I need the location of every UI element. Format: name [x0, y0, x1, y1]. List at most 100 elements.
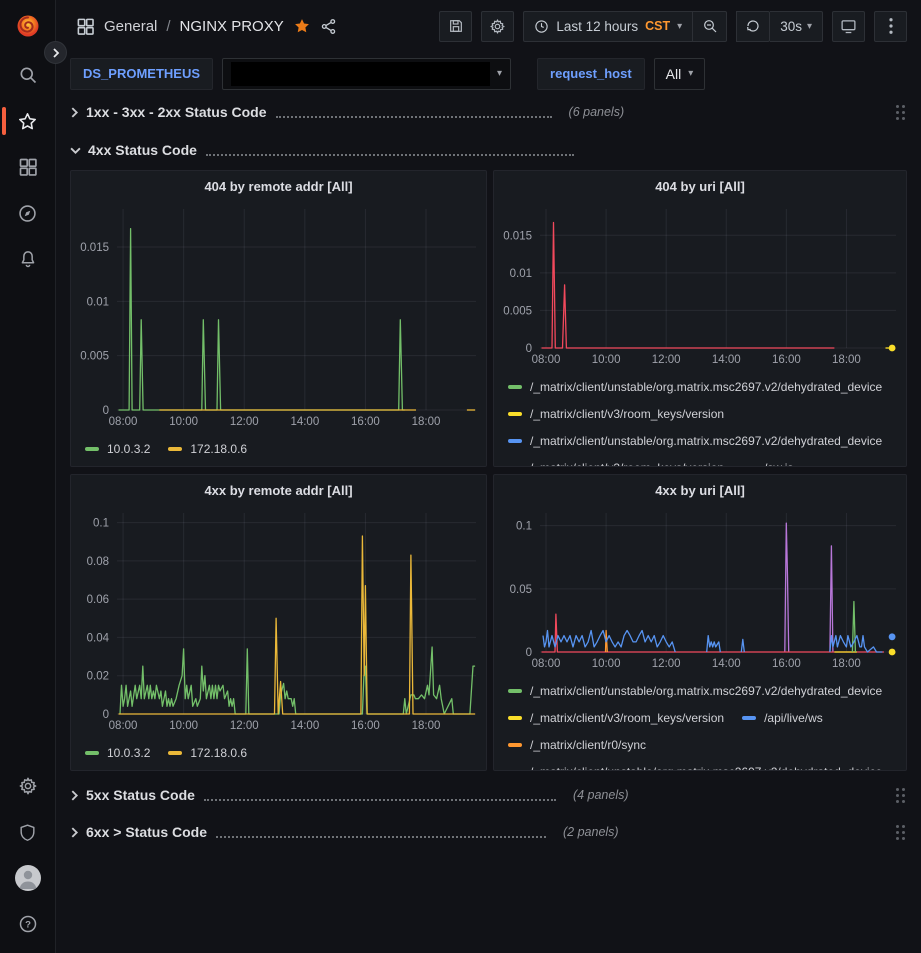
svg-text:0.1: 0.1: [93, 518, 109, 530]
tv-mode-button[interactable]: [832, 11, 865, 42]
legend-label: /_matrix/client/unstable/org.matrix.msc2…: [530, 434, 882, 448]
time-series-chart[interactable]: 08:0010:0012:0014:0016:0018:0000.0050.01…: [494, 201, 906, 369]
refresh-button[interactable]: [736, 11, 770, 42]
sidebar-item-starred[interactable]: [0, 98, 56, 144]
row-header-6xx[interactable]: 6xx > Status Code (2 panels): [70, 817, 907, 847]
time-series-chart[interactable]: 08:0010:0012:0014:0016:0018:0000.0050.01…: [71, 201, 486, 431]
panel-legend: 10.0.3.2 172.18.0.6: [71, 735, 486, 770]
legend-item[interactable]: /sw.js: [742, 454, 793, 466]
refresh-interval-value: 30s: [780, 19, 802, 34]
zoom-out-button[interactable]: [693, 11, 727, 42]
sidebar-item-server-admin[interactable]: [0, 809, 56, 855]
svg-text:12:00: 12:00: [652, 658, 681, 670]
search-icon: [18, 65, 38, 85]
panel-title[interactable]: 4xx by uri [All]: [494, 475, 906, 505]
save-dashboard-button[interactable]: [439, 11, 472, 42]
row-drag-handle[interactable]: [894, 103, 907, 122]
datasource-variable-label[interactable]: DS_PROMETHEUS: [70, 58, 213, 90]
sidebar-item-explore[interactable]: [0, 190, 56, 236]
bell-icon: [18, 249, 38, 269]
legend-item[interactable]: 10.0.3.2: [85, 435, 150, 462]
legend-swatch: [508, 439, 522, 443]
time-series-chart[interactable]: 08:0010:0012:0014:0016:0018:0000.020.040…: [71, 505, 486, 735]
main-area: General / NGINX PROXY Last 12 hours C: [56, 0, 921, 953]
svg-text:0.015: 0.015: [80, 242, 109, 254]
sidebar-item-configuration[interactable]: [0, 763, 56, 809]
chevron-down-icon: ▾: [497, 68, 502, 79]
apps-grid-icon[interactable]: [76, 17, 95, 36]
time-range-picker[interactable]: Last 12 hours CST ▾: [523, 11, 693, 42]
refresh-group: 30s ▾: [736, 11, 823, 42]
legend-item[interactable]: /_matrix/client/v3/room_keys/version: [508, 454, 724, 466]
sidebar-item-profile[interactable]: [0, 855, 56, 901]
time-series-chart[interactable]: 08:0010:0012:0014:0016:0018:0000.050.1: [494, 505, 906, 673]
sidebar-item-alerting[interactable]: [0, 236, 56, 282]
share-icon[interactable]: [320, 18, 337, 35]
svg-text:0.08: 0.08: [87, 556, 109, 568]
legend-item[interactable]: 10.0.3.2: [85, 739, 150, 766]
more-options-button[interactable]: [874, 11, 907, 42]
breadcrumb-section[interactable]: General: [104, 18, 157, 35]
svg-text:16:00: 16:00: [772, 354, 801, 366]
row-header-4xx[interactable]: 4xx Status Code: [70, 135, 907, 165]
legend-swatch: [508, 689, 522, 693]
time-range-group: Last 12 hours CST ▾: [523, 11, 727, 42]
datasource-variable-dropdown[interactable]: ▾: [222, 58, 511, 90]
legend-label: 172.18.0.6: [190, 442, 247, 456]
legend-item[interactable]: /_matrix/client/unstable/org.matrix.msc2…: [508, 758, 882, 770]
panel-title[interactable]: 404 by remote addr [All]: [71, 171, 486, 201]
chevron-right-icon: [70, 107, 79, 118]
dashboards-grid-icon: [18, 157, 38, 177]
svg-text:0.005: 0.005: [503, 305, 532, 317]
request-host-variable-dropdown[interactable]: All ▾: [654, 58, 706, 90]
request-host-variable-label[interactable]: request_host: [537, 58, 645, 90]
star-filled-icon[interactable]: [293, 17, 311, 35]
row-title: 1xx - 3xx - 2xx Status Code: [86, 104, 267, 120]
svg-text:0.015: 0.015: [503, 230, 532, 242]
panel-title[interactable]: 404 by uri [All]: [494, 171, 906, 201]
breadcrumb-dashboard-title[interactable]: NGINX PROXY: [180, 18, 284, 35]
legend-item[interactable]: 172.18.0.6: [168, 739, 247, 766]
legend-swatch: [168, 751, 182, 755]
svg-text:0.005: 0.005: [80, 351, 109, 363]
navbar-actions: Last 12 hours CST ▾ 30s ▾: [439, 11, 907, 42]
row-drag-handle[interactable]: [894, 823, 907, 842]
svg-text:18:00: 18:00: [412, 720, 441, 732]
panel-title[interactable]: 4xx by remote addr [All]: [71, 475, 486, 505]
legend-item[interactable]: /api/live/ws: [742, 704, 823, 731]
sidebar: ?: [0, 0, 56, 953]
gear-icon: [489, 18, 506, 35]
sidebar-item-dashboards[interactable]: [0, 144, 56, 190]
svg-text:12:00: 12:00: [652, 354, 681, 366]
legend-label: /api/live/ws: [764, 711, 823, 725]
legend-item[interactable]: /_matrix/client/v3/room_keys/version: [508, 704, 724, 731]
chevron-down-icon: [70, 146, 81, 155]
panel-404-by-remote-addr: 404 by remote addr [All] 08:0010:0012:00…: [70, 170, 487, 467]
row-title: 4xx Status Code: [88, 142, 197, 158]
sidebar-item-help[interactable]: ?: [0, 901, 56, 947]
panel-4xx-by-remote-addr: 4xx by remote addr [All] 08:0010:0012:00…: [70, 474, 487, 771]
legend-swatch: [85, 751, 99, 755]
svg-text:08:00: 08:00: [532, 658, 561, 670]
timezone-label: CST: [645, 19, 670, 33]
dashboard-settings-button[interactable]: [481, 11, 514, 42]
legend-swatch: [508, 385, 522, 389]
legend-item[interactable]: 172.18.0.6: [168, 435, 247, 462]
legend-item[interactable]: /_matrix/client/v3/room_keys/version: [508, 400, 724, 427]
row-header-1xx[interactable]: 1xx - 3xx - 2xx Status Code (6 panels): [70, 97, 907, 127]
legend-label: 10.0.3.2: [107, 442, 150, 456]
refresh-interval-dropdown[interactable]: 30s ▾: [770, 11, 823, 42]
row-header-5xx[interactable]: 5xx Status Code (4 panels): [70, 780, 907, 810]
svg-text:14:00: 14:00: [290, 416, 319, 428]
legend-item[interactable]: /_matrix/client/r0/sync: [508, 731, 646, 758]
top-navbar: General / NGINX PROXY Last 12 hours C: [56, 0, 921, 52]
legend-item[interactable]: /_matrix/client/unstable/org.matrix.msc2…: [508, 427, 882, 454]
time-range-label: Last 12 hours: [556, 19, 638, 34]
legend-item[interactable]: /_matrix/client/unstable/org.matrix.msc2…: [508, 677, 882, 704]
legend-swatch: [508, 412, 522, 416]
svg-text:10:00: 10:00: [592, 354, 621, 366]
legend-item[interactable]: /_matrix/client/unstable/org.matrix.msc2…: [508, 373, 882, 400]
legend-label: /_matrix/client/v3/room_keys/version: [530, 711, 724, 725]
sidebar-expand-button[interactable]: [44, 41, 67, 64]
row-drag-handle[interactable]: [894, 786, 907, 805]
